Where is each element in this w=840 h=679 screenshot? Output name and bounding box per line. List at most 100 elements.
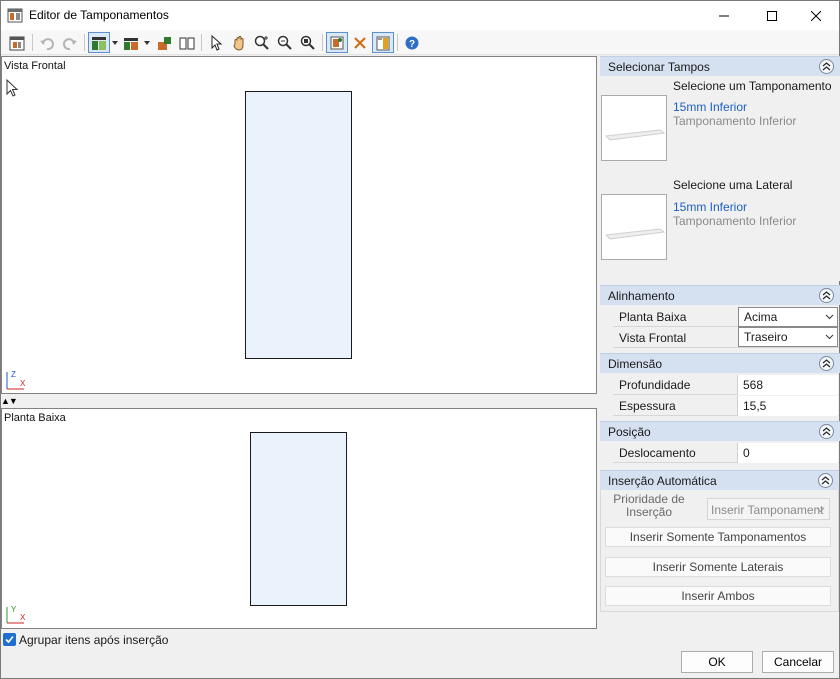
zoom-fit-icon — [300, 35, 315, 50]
zoom-out-button[interactable] — [274, 32, 296, 53]
toolbar-properties-button[interactable] — [6, 32, 28, 53]
svg-text:X: X — [20, 379, 26, 388]
toolbar: ? — [1, 30, 839, 55]
section-title: Inserção Automática — [608, 474, 717, 488]
depth-label: Profundidade — [619, 378, 691, 392]
auto-insert-header[interactable]: Inserção Automática — [600, 470, 839, 490]
priority-select[interactable]: Inserir Tamponament — [707, 498, 830, 520]
collapse-button[interactable] — [819, 59, 834, 74]
select-side-heading: Selecione uma Lateral — [673, 178, 793, 192]
double-chevron-up-icon — [822, 427, 831, 436]
view-splitter[interactable]: ▲▼ — [1, 395, 21, 407]
close-button[interactable] — [793, 1, 839, 30]
layout-insert-button[interactable] — [120, 32, 142, 53]
chevron-down-icon[interactable] — [112, 41, 118, 45]
dimension-header[interactable]: Dimensão — [600, 353, 840, 373]
remove-button[interactable] — [349, 32, 371, 53]
layout-top-icon — [92, 36, 106, 50]
zoom-in-button[interactable] — [251, 32, 273, 53]
insert-only-sides-button[interactable]: Inserir Somente Laterais — [605, 557, 831, 577]
cursor-icon — [6, 79, 19, 97]
collapse-button[interactable] — [818, 473, 833, 488]
pan-tool-button[interactable] — [228, 32, 250, 53]
panel-thumbnail-icon — [604, 129, 666, 141]
section-title: Alinhamento — [608, 289, 675, 303]
select-tool-button[interactable] — [205, 32, 227, 53]
chevron-down-icon — [825, 314, 834, 320]
plan-view-canvas[interactable]: Planta Baixa Y X — [1, 408, 597, 629]
select-panels-header[interactable]: Selecionar Tampos — [600, 56, 840, 76]
svg-text:Z: Z — [11, 370, 16, 379]
plan-alignment-select[interactable]: Acima — [738, 307, 838, 327]
help-icon: ? — [405, 36, 419, 50]
priority-label: Prioridade de Inserção — [613, 493, 685, 519]
offset-input[interactable]: 0 — [737, 443, 838, 463]
window-title: Editor de Tamponamentos — [29, 8, 169, 22]
priority-label-line1: Prioridade de — [613, 492, 685, 506]
title-bar: Editor de Tamponamentos — [1, 1, 839, 30]
chevron-down-icon[interactable] — [144, 41, 150, 45]
svg-text:X: X — [20, 613, 26, 622]
undo-button[interactable] — [36, 32, 58, 53]
cabinet-button[interactable] — [153, 32, 175, 53]
cursor-icon — [211, 34, 223, 51]
priority-label-line2: Inserção — [625, 505, 673, 519]
double-chevron-up-icon — [822, 62, 831, 71]
layout-top-button[interactable] — [88, 32, 110, 53]
offset-label: Deslocamento — [619, 446, 696, 460]
collapse-button[interactable] — [819, 424, 834, 439]
maximize-button[interactable] — [749, 1, 795, 30]
redo-button[interactable] — [59, 32, 81, 53]
top-panel-name-link[interactable]: 15mm Inferior — [673, 100, 747, 114]
zoom-in-icon — [254, 35, 269, 50]
panel-piece-front[interactable] — [245, 91, 352, 359]
group-items-label[interactable]: Agrupar itens após inserção — [19, 633, 168, 647]
thickness-input[interactable]: 15,5 — [737, 396, 838, 416]
checkmark-icon — [5, 635, 14, 644]
front-alignment-label: Vista Frontal — [619, 331, 687, 345]
side-panel-icon — [376, 36, 390, 50]
cabinet-icon — [158, 36, 171, 50]
help-button[interactable]: ? — [401, 32, 423, 53]
section-title: Selecionar Tampos — [608, 60, 710, 74]
side-panel-name-link[interactable]: 15mm Inferior — [673, 200, 747, 214]
minimize-button[interactable] — [701, 1, 747, 30]
position-header[interactable]: Posição — [600, 421, 840, 441]
insert-panel-button[interactable] — [326, 32, 348, 53]
double-chevron-up-icon — [822, 359, 831, 368]
depth-input[interactable]: 568 — [737, 375, 838, 395]
axis-gizmo: Z X — [6, 370, 26, 390]
front-alignment-select[interactable]: Traseiro — [738, 327, 838, 347]
alignment-header[interactable]: Alinhamento — [600, 285, 840, 305]
front-view-canvas[interactable]: Vista Frontal Z X — [1, 56, 597, 394]
zoom-out-icon — [277, 35, 292, 50]
offset-value: 0 — [743, 446, 750, 460]
split-view-button[interactable] — [176, 32, 198, 53]
minimize-icon — [719, 15, 729, 16]
split-view-icon — [179, 37, 195, 49]
side-panel-thumbnail[interactable] — [601, 194, 667, 260]
group-items-checkbox[interactable] — [3, 633, 16, 646]
collapse-button[interactable] — [819, 356, 834, 371]
panel-piece-plan[interactable] — [250, 432, 347, 606]
collapse-button[interactable] — [819, 288, 834, 303]
maximize-icon — [767, 10, 777, 21]
zoom-fit-button[interactable] — [297, 32, 319, 53]
chevron-down-icon — [816, 507, 825, 513]
thickness-row: Espessura 15,5 — [613, 396, 839, 416]
double-chevron-up-icon — [821, 476, 830, 485]
top-panel-thumbnail[interactable] — [601, 95, 667, 161]
priority-value: Inserir Tamponament — [711, 503, 824, 517]
app-icon — [7, 8, 23, 23]
insert-panel-icon — [330, 36, 344, 49]
layout-insert-icon — [124, 37, 138, 50]
insert-both-button[interactable]: Inserir Ambos — [605, 586, 831, 606]
cancel-button[interactable]: Cancelar — [762, 651, 834, 673]
side-panel-button[interactable] — [372, 32, 394, 53]
ok-button[interactable]: OK — [681, 651, 753, 673]
insert-only-tops-button[interactable]: Inserir Somente Tamponamentos — [605, 527, 831, 547]
svg-text:Y: Y — [11, 605, 17, 614]
panel-thumbnail-icon — [604, 228, 666, 240]
svg-text:?: ? — [409, 39, 415, 50]
thickness-value: 15,5 — [743, 399, 767, 413]
